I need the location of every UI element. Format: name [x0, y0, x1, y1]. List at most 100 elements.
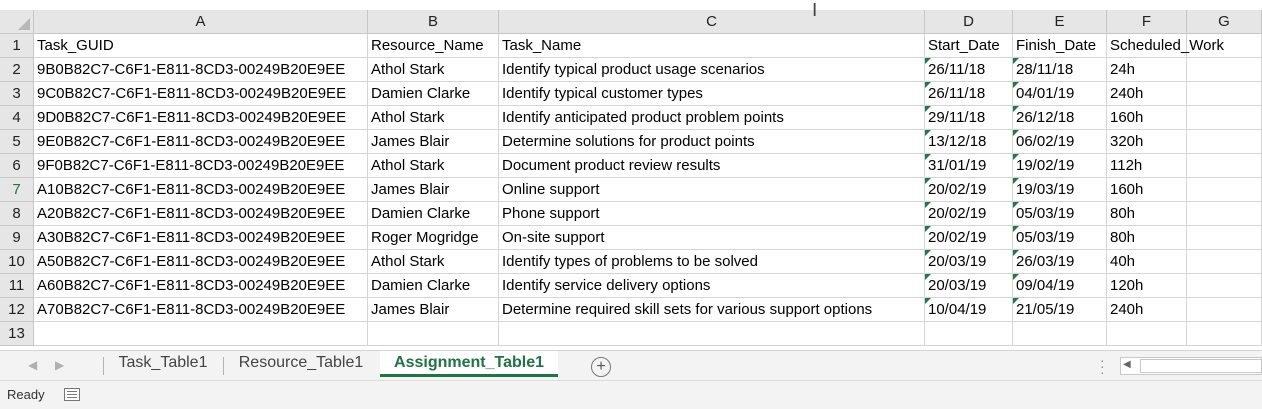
- row-header[interactable]: 6: [0, 154, 34, 178]
- cell-b4[interactable]: Athol Stark: [368, 106, 499, 130]
- cell-f9[interactable]: 80h: [1107, 226, 1187, 250]
- cell-d5[interactable]: 13/12/18: [925, 130, 1013, 154]
- cell-e3[interactable]: 04/01/19: [1013, 82, 1107, 106]
- cell-f2[interactable]: 24h: [1107, 58, 1187, 82]
- cell-e2[interactable]: 28/11/18: [1013, 58, 1107, 82]
- cell-b12[interactable]: James Blair: [368, 298, 499, 322]
- cell-b11[interactable]: Damien Clarke: [368, 274, 499, 298]
- cell-e9[interactable]: 05/03/19: [1013, 226, 1107, 250]
- cell-a6[interactable]: 9F0B82C7-C6F1-E811-8CD3-00249B20E9EE: [34, 154, 368, 178]
- column-header-g[interactable]: G: [1187, 10, 1262, 34]
- cell-g13[interactable]: [1187, 322, 1262, 346]
- cell-a1[interactable]: Task_GUID: [34, 34, 368, 58]
- row-header[interactable]: 7: [0, 178, 34, 202]
- cell-b10[interactable]: Athol Stark: [368, 250, 499, 274]
- cell-g9[interactable]: [1187, 226, 1262, 250]
- cell-d11[interactable]: 20/03/19: [925, 274, 1013, 298]
- splitter-handle-icon[interactable]: · · ·: [1100, 353, 1105, 379]
- cell-a13[interactable]: [34, 322, 368, 346]
- cell-f1[interactable]: Scheduled_Work: [1107, 34, 1224, 58]
- cell-c1[interactable]: Task_Name: [499, 34, 925, 58]
- row-header[interactable]: 11: [0, 274, 34, 298]
- row-header[interactable]: 9: [0, 226, 34, 250]
- cell-c4[interactable]: Identify anticipated product problem poi…: [499, 106, 925, 130]
- cell-g6[interactable]: [1187, 154, 1262, 178]
- cell-d4[interactable]: 29/11/18: [925, 106, 1013, 130]
- cell-d6[interactable]: 31/01/19: [925, 154, 1013, 178]
- tab-task-table1[interactable]: Task_Table1: [108, 351, 218, 377]
- cell-c5[interactable]: Determine solutions for product points: [499, 130, 925, 154]
- cell-b3[interactable]: Damien Clarke: [368, 82, 499, 106]
- cell-b13[interactable]: [368, 322, 499, 346]
- column-header-e[interactable]: E: [1013, 10, 1107, 34]
- cell-f6[interactable]: 112h: [1107, 154, 1187, 178]
- cell-f11[interactable]: 120h: [1107, 274, 1187, 298]
- cell-d3[interactable]: 26/11/18: [925, 82, 1013, 106]
- cell-d9[interactable]: 20/02/19: [925, 226, 1013, 250]
- cell-g1[interactable]: [1187, 34, 1262, 58]
- row-header[interactable]: 12: [0, 298, 34, 322]
- cell-d1[interactable]: Start_Date: [925, 34, 1013, 58]
- cell-d8[interactable]: 20/02/19: [925, 202, 1013, 226]
- cell-c13[interactable]: [499, 322, 925, 346]
- cell-e6[interactable]: 19/02/19: [1013, 154, 1107, 178]
- cell-f8[interactable]: 80h: [1107, 202, 1187, 226]
- cell-c2[interactable]: Identify typical product usage scenarios: [499, 58, 925, 82]
- scrollbar-thumb[interactable]: [1140, 359, 1262, 373]
- cell-g12[interactable]: [1187, 298, 1262, 322]
- row-header[interactable]: 10: [0, 250, 34, 274]
- row-header[interactable]: 3: [0, 82, 34, 106]
- cell-e13[interactable]: [1013, 322, 1107, 346]
- scroll-left-icon[interactable]: ◀: [1123, 359, 1131, 370]
- cell-a3[interactable]: 9C0B82C7-C6F1-E811-8CD3-00249B20E9EE: [34, 82, 368, 106]
- cell-a7[interactable]: A10B82C7-C6F1-E811-8CD3-00249B20E9EE: [34, 178, 368, 202]
- spreadsheet-grid[interactable]: A B C D E F G 1 Task_GUID Resource_Name Task_Name S…: [0, 10, 1262, 350]
- cell-e10[interactable]: 26/03/19: [1013, 250, 1107, 274]
- cell-c7[interactable]: Online support: [499, 178, 925, 202]
- column-header-a[interactable]: A: [34, 10, 368, 34]
- cell-g10[interactable]: [1187, 250, 1262, 274]
- cell-d7[interactable]: 20/02/19: [925, 178, 1013, 202]
- prev-sheet-icon[interactable]: ◀: [28, 358, 37, 372]
- cell-g8[interactable]: [1187, 202, 1262, 226]
- cell-g2[interactable]: [1187, 58, 1262, 82]
- cell-a2[interactable]: 9B0B82C7-C6F1-E811-8CD3-00249B20E9EE: [34, 58, 368, 82]
- cell-f7[interactable]: 160h: [1107, 178, 1187, 202]
- cell-c11[interactable]: Identify service delivery options: [499, 274, 925, 298]
- cell-f3[interactable]: 240h: [1107, 82, 1187, 106]
- tab-assignment-table1[interactable]: Assignment_Table1: [380, 351, 558, 377]
- column-header-f[interactable]: F: [1107, 10, 1187, 34]
- cell-e4[interactable]: 26/12/18: [1013, 106, 1107, 130]
- cell-e7[interactable]: 19/03/19: [1013, 178, 1107, 202]
- row-header[interactable]: 2: [0, 58, 34, 82]
- macro-recording-icon[interactable]: [64, 388, 80, 401]
- cell-f10[interactable]: 40h: [1107, 250, 1187, 274]
- row-header[interactable]: 1: [0, 34, 34, 58]
- cell-b7[interactable]: James Blair: [368, 178, 499, 202]
- cell-c3[interactable]: Identify typical customer types: [499, 82, 925, 106]
- cell-c12[interactable]: Determine required skill sets for variou…: [499, 298, 925, 322]
- select-all-corner[interactable]: [0, 10, 34, 34]
- row-header[interactable]: 8: [0, 202, 34, 226]
- plus-circle-icon[interactable]: +: [591, 357, 611, 377]
- column-header-b[interactable]: B: [368, 10, 499, 34]
- cell-f12[interactable]: 240h: [1107, 298, 1187, 322]
- cell-d2[interactable]: 26/11/18: [925, 58, 1013, 82]
- cell-a5[interactable]: 9E0B82C7-C6F1-E811-8CD3-00249B20E9EE: [34, 130, 368, 154]
- cell-e11[interactable]: 09/04/19: [1013, 274, 1107, 298]
- cell-a12[interactable]: A70B82C7-C6F1-E811-8CD3-00249B20E9EE: [34, 298, 368, 322]
- cell-b8[interactable]: Damien Clarke: [368, 202, 499, 226]
- cell-b9[interactable]: Roger Mogridge: [368, 226, 499, 250]
- cell-b5[interactable]: James Blair: [368, 130, 499, 154]
- row-header[interactable]: 4: [0, 106, 34, 130]
- cell-a4[interactable]: 9D0B82C7-C6F1-E811-8CD3-00249B20E9EE: [34, 106, 368, 130]
- cell-a8[interactable]: A20B82C7-C6F1-E811-8CD3-00249B20E9EE: [34, 202, 368, 226]
- cell-c9[interactable]: On-site support: [499, 226, 925, 250]
- cell-g4[interactable]: [1187, 106, 1262, 130]
- cell-c8[interactable]: Phone support: [499, 202, 925, 226]
- cell-b2[interactable]: Athol Stark: [368, 58, 499, 82]
- cell-a10[interactable]: A50B82C7-C6F1-E811-8CD3-00249B20E9EE: [34, 250, 368, 274]
- cell-c6[interactable]: Document product review results: [499, 154, 925, 178]
- cell-e12[interactable]: 21/05/19: [1013, 298, 1107, 322]
- row-header[interactable]: 13: [0, 322, 34, 346]
